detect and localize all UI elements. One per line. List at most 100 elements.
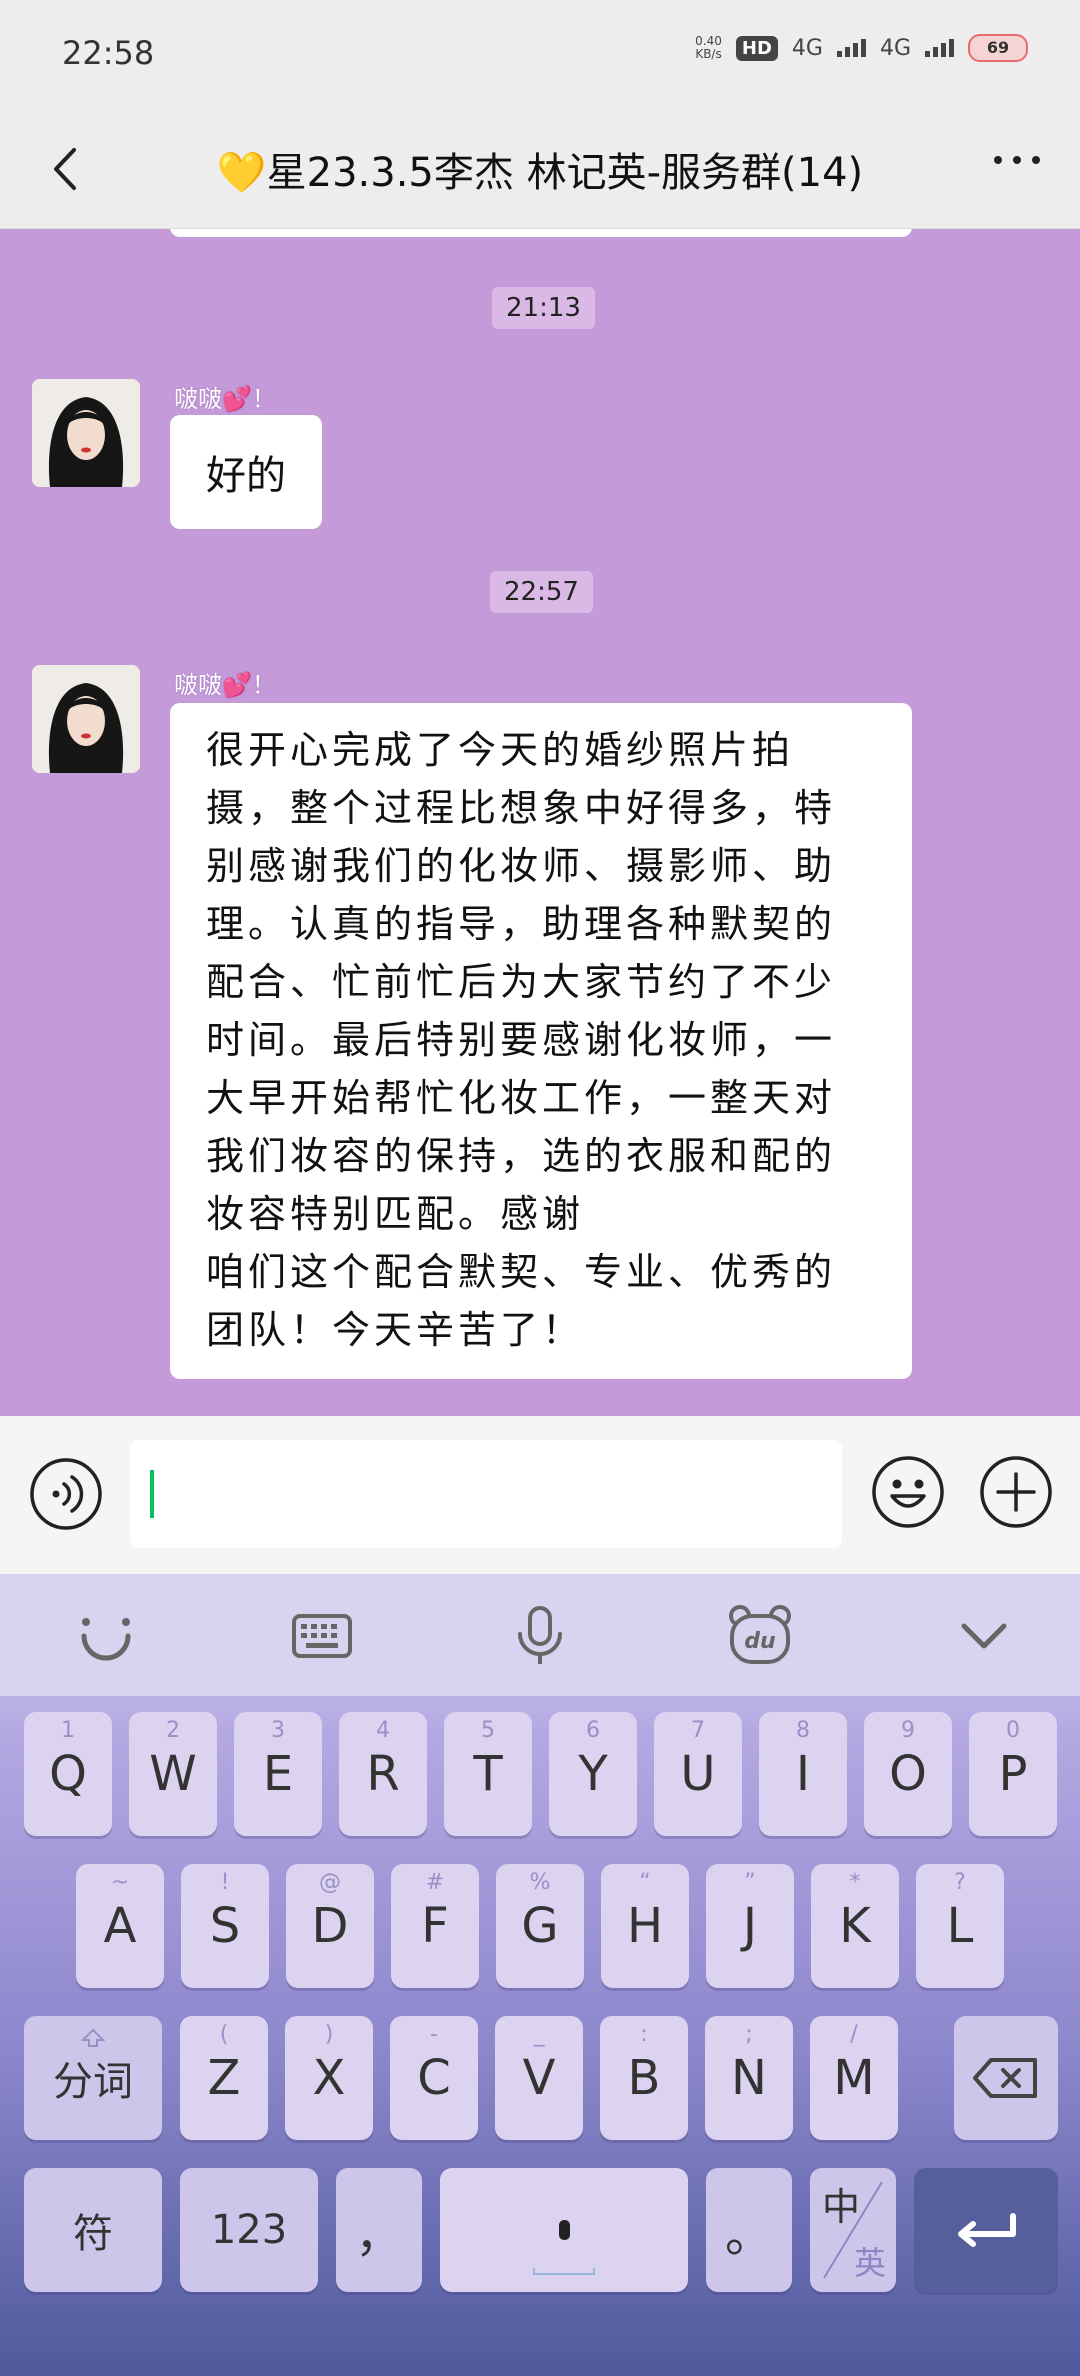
- key-label: D: [311, 1898, 349, 1954]
- key-z[interactable]: (Z: [180, 2016, 268, 2140]
- key-label: S: [209, 1898, 241, 1954]
- backspace-key[interactable]: [954, 2016, 1058, 2140]
- message-line: 团队！今天辛苦了！: [206, 1308, 585, 1352]
- message-bubble[interactable]: 很开心完成了今天的婚纱照片拍 摄，整个过程比想象中好得多，特 别感谢我们的化妆师…: [170, 703, 912, 1379]
- key-label: F: [421, 1898, 449, 1954]
- key-label: G: [521, 1898, 559, 1954]
- status-icons: 0.40 KB/s HD 4G 4G 69: [695, 34, 1028, 62]
- sender-name: 啵啵💕！: [174, 671, 276, 699]
- network-4g-label-1: 4G: [791, 35, 823, 61]
- key-sub-label: 6: [586, 1718, 600, 1743]
- sender-name: 啵啵💕！: [174, 385, 276, 413]
- key-v[interactable]: _ V: [495, 2016, 583, 2140]
- key-c[interactable]: -C: [390, 2016, 478, 2140]
- keyboard-smiley-icon[interactable]: [72, 1602, 140, 1670]
- key-m[interactable]: / M: [810, 2016, 898, 2140]
- key-label: O: [889, 1746, 927, 1802]
- key-y[interactable]: 6Y: [549, 1712, 637, 1836]
- key-label: J: [742, 1898, 758, 1954]
- key-label: V: [522, 2050, 556, 2106]
- message-line: 别感谢我们的化妆师、摄影师、助: [206, 844, 837, 888]
- timestamp: 22:57: [490, 571, 593, 613]
- more-options-icon[interactable]: [994, 156, 1040, 164]
- key-sub-label: /: [850, 2022, 858, 2047]
- timestamp: 21:13: [492, 287, 595, 329]
- key-sub-label: 0: [1006, 1718, 1020, 1743]
- fenci-key[interactable]: 分词: [24, 2016, 162, 2140]
- period-key[interactable]: 。: [706, 2168, 792, 2292]
- comma-key[interactable]: ，: [336, 2168, 422, 2292]
- key-label: W: [149, 1746, 197, 1802]
- key-i[interactable]: 8I: [759, 1712, 847, 1836]
- key-s[interactable]: ! S: [181, 1864, 269, 1988]
- voice-input-icon[interactable]: [28, 1456, 104, 1532]
- key-label: I: [795, 1746, 811, 1802]
- status-time: 22:58: [62, 34, 155, 72]
- space-key[interactable]: [440, 2168, 688, 2292]
- key-d[interactable]: @ D: [286, 1864, 374, 1988]
- key-label: Z: [207, 2050, 241, 2106]
- microphone-icon[interactable]: [506, 1602, 574, 1670]
- avatar[interactable]: [32, 665, 140, 773]
- key-r[interactable]: 4R: [339, 1712, 427, 1836]
- key-sub-label: 7: [691, 1718, 705, 1743]
- key-b[interactable]: :B: [600, 2016, 688, 2140]
- avatar[interactable]: [32, 379, 140, 487]
- keyboard: du 1Q2W3E4R5T6Y7U8I9O0P ~ A! S @ D # F% G “H” J * K…: [0, 1574, 1080, 2376]
- back-arrow-icon[interactable]: [40, 142, 94, 196]
- message-line: 大早开始帮忙化妆工作，一整天对: [206, 1076, 837, 1120]
- key-p[interactable]: 0P: [969, 1712, 1057, 1836]
- key-x[interactable]: ) X: [285, 2016, 373, 2140]
- key-f[interactable]: # F: [391, 1864, 479, 1988]
- shift-arrow-icon: [81, 2028, 105, 2047]
- enter-key[interactable]: [914, 2168, 1058, 2292]
- key-label: B: [627, 2050, 661, 2106]
- message-line: 咱们这个配合默契、专业、优秀的: [206, 1250, 837, 1294]
- key-q[interactable]: 1Q: [24, 1712, 112, 1836]
- svg-text:du: du: [744, 1629, 775, 1654]
- signal-icon-1: [836, 39, 866, 57]
- input-bar: [0, 1416, 1080, 1577]
- key-label: H: [626, 1898, 664, 1954]
- key-label: E: [262, 1746, 294, 1802]
- key-o[interactable]: 9O: [864, 1712, 952, 1836]
- key-u[interactable]: 7U: [654, 1712, 742, 1836]
- chat-header: 💛星23.3.5李杰 林记英-服务群(14): [0, 112, 1080, 229]
- chat-area[interactable]: 21:13 啵啵💕！ 好的 22:57 啵啵💕！ 很开心完成了今天的婚纱照片拍 …: [0, 229, 1080, 1416]
- key-n[interactable]: ; N: [705, 2016, 793, 2140]
- key-l[interactable]: ? L: [916, 1864, 1004, 1988]
- emoji-icon[interactable]: [870, 1454, 946, 1530]
- symbol-key[interactable]: 符: [24, 2168, 162, 2292]
- key-label: L: [946, 1898, 974, 1954]
- key-sub-label: 4: [376, 1718, 390, 1743]
- key-sub-label: 3: [271, 1718, 285, 1743]
- key-k[interactable]: * K: [811, 1864, 899, 1988]
- backspace-icon: [973, 2058, 1037, 2098]
- space-dot-icon: [558, 2220, 570, 2240]
- number-key[interactable]: 123: [180, 2168, 318, 2292]
- message-bubble[interactable]: 好的: [170, 415, 322, 529]
- language-switch-key[interactable]: 中 英: [810, 2168, 896, 2292]
- key-sub-label: #: [425, 1870, 445, 1895]
- add-icon[interactable]: [978, 1454, 1054, 1530]
- key-sub-label: :: [640, 2022, 648, 2047]
- key-w[interactable]: 2W: [129, 1712, 217, 1836]
- text-cursor: [150, 1470, 154, 1518]
- message-input[interactable]: [130, 1440, 842, 1548]
- key-h[interactable]: “H: [601, 1864, 689, 1988]
- key-a[interactable]: ~ A: [76, 1864, 164, 1988]
- key-label: C: [417, 2050, 451, 2106]
- keyboard-icon[interactable]: [288, 1602, 356, 1670]
- network-4g-label-2: 4G: [879, 35, 911, 61]
- key-e[interactable]: 3E: [234, 1712, 322, 1836]
- key-sub-label: 1: [61, 1718, 75, 1743]
- key-g[interactable]: % G: [496, 1864, 584, 1988]
- key-t[interactable]: 5T: [444, 1712, 532, 1836]
- message-line: 很开心完成了今天的婚纱照片拍: [206, 728, 795, 772]
- key-j[interactable]: ” J: [706, 1864, 794, 1988]
- message-line: 摄，整个过程比想象中好得多，特: [206, 786, 837, 830]
- message-line: 我们妆容的保持，选的衣服和配的: [206, 1134, 837, 1178]
- key-label: T: [473, 1746, 503, 1802]
- baidu-bear-icon[interactable]: du: [726, 1602, 794, 1670]
- chevron-down-icon[interactable]: [950, 1602, 1018, 1670]
